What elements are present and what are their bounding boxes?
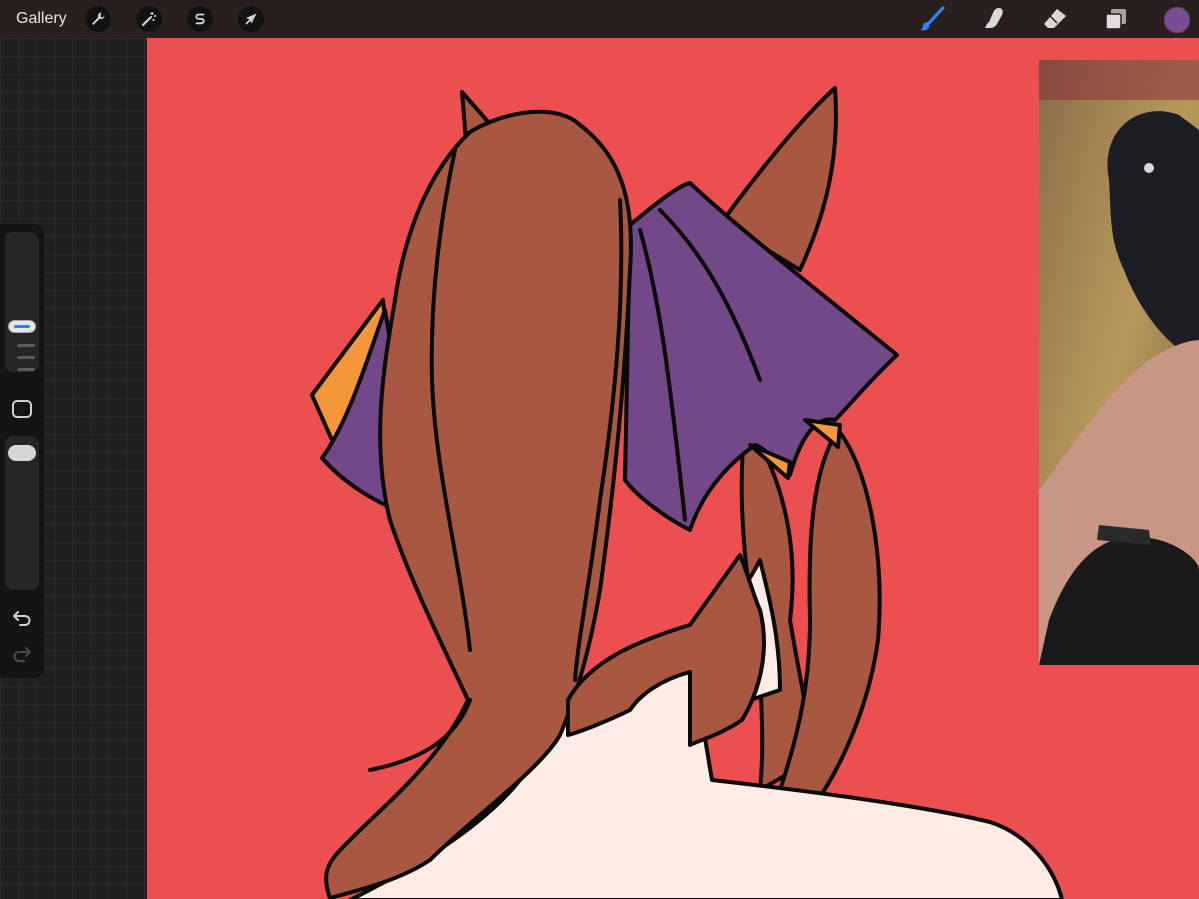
left-sidebar [0, 224, 44, 678]
selection-s-icon [195, 13, 205, 25]
modify-square-button[interactable] [12, 400, 32, 418]
brush-opacity-thumb[interactable] [8, 445, 36, 461]
redo-button[interactable] [10, 642, 34, 666]
size-tick [17, 356, 35, 359]
brush-opacity-slider[interactable] [5, 436, 39, 590]
layers-button[interactable] [1103, 6, 1129, 32]
undo-button[interactable] [10, 606, 34, 630]
selection-button[interactable] [187, 6, 213, 32]
smudge-tool-button[interactable] [981, 6, 1007, 32]
smudge-finger-icon [985, 8, 1003, 28]
size-tick [17, 368, 35, 371]
actions-button[interactable] [85, 6, 111, 32]
top-toolbar: Gallery [0, 0, 1199, 38]
redo-icon [13, 647, 31, 662]
arrow-cursor-icon [245, 13, 257, 25]
reference-image-window[interactable] [1039, 60, 1199, 665]
eraser-tool-button[interactable] [1042, 6, 1068, 32]
wrench-icon [92, 12, 105, 25]
brush-tool-button[interactable] [919, 6, 945, 32]
brush-icon [920, 6, 945, 31]
color-picker-button[interactable] [1164, 7, 1190, 33]
layers-icon [1105, 9, 1126, 30]
transform-button[interactable] [238, 6, 264, 32]
brush-size-slider[interactable] [5, 232, 39, 372]
adjustments-button[interactable] [136, 6, 162, 32]
brush-size-thumb[interactable] [8, 320, 36, 333]
magic-wand-icon [142, 12, 156, 26]
reference-photo [1039, 60, 1199, 665]
undo-icon [13, 611, 31, 626]
gallery-button[interactable]: Gallery [16, 9, 67, 29]
right-long-hair [778, 428, 882, 802]
size-tick [17, 344, 35, 347]
eraser-icon [1044, 9, 1066, 28]
